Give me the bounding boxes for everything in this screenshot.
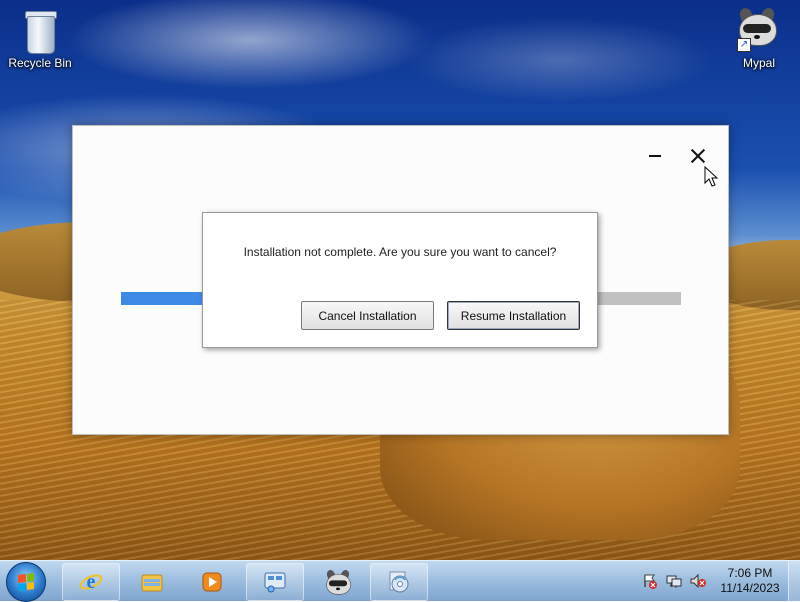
raccoon-icon [325,568,351,595]
internet-explorer-icon: e [79,571,103,593]
taskbar-clock[interactable]: 7:06 PM 11/14/2023 [716,566,784,596]
taskbar: e 7:06 PM 11/14/2023 [0,560,800,602]
desktop-icon-recycle-bin[interactable]: Recycle Bin [5,8,75,70]
taskbar-media-player[interactable] [183,563,241,601]
cancel-confirmation-dialog: Installation not complete. Are you sure … [202,212,598,348]
desktop-icon-label: Mypal [742,56,775,70]
show-desktop-button[interactable] [788,561,800,601]
start-button[interactable] [6,562,46,602]
network-icon[interactable] [666,573,682,589]
mouse-cursor-icon [704,166,718,187]
close-icon[interactable] [686,144,710,168]
volume-muted-icon[interactable] [690,573,706,589]
dialog-message: Installation not complete. Are you sure … [243,245,557,259]
desktop-icon-mypal[interactable]: ↗ Mypal [724,6,794,70]
taskbar-installer[interactable] [370,563,428,601]
desktop-icon-label: Recycle Bin [8,56,72,70]
action-center-icon[interactable] [642,573,658,589]
windows-logo-icon [18,573,34,591]
clock-time: 7:06 PM [727,566,773,580]
taskbar-internet-explorer[interactable]: e [62,563,120,601]
folder-icon [141,574,163,592]
taskbar-mypal[interactable] [308,563,366,601]
clock-date: 11/14/2023 [720,581,780,595]
taskbar-windows-explorer[interactable] [123,563,181,601]
svg-text:e: e [87,571,96,593]
shortcut-arrow-icon: ↗ [737,38,751,52]
cancel-installation-button[interactable]: Cancel Installation [301,301,434,330]
resume-installation-button[interactable]: Resume Installation [447,301,580,330]
control-panel-icon [264,572,286,593]
progress-fill [121,292,205,305]
raccoon-icon: ↗ [737,6,781,52]
recycle-bin-icon [23,8,57,54]
taskbar-control-panel[interactable] [246,563,304,601]
installer-disc-icon [389,571,409,593]
minimize-icon[interactable] [643,144,667,168]
system-tray [640,569,712,593]
media-player-icon [202,572,222,592]
